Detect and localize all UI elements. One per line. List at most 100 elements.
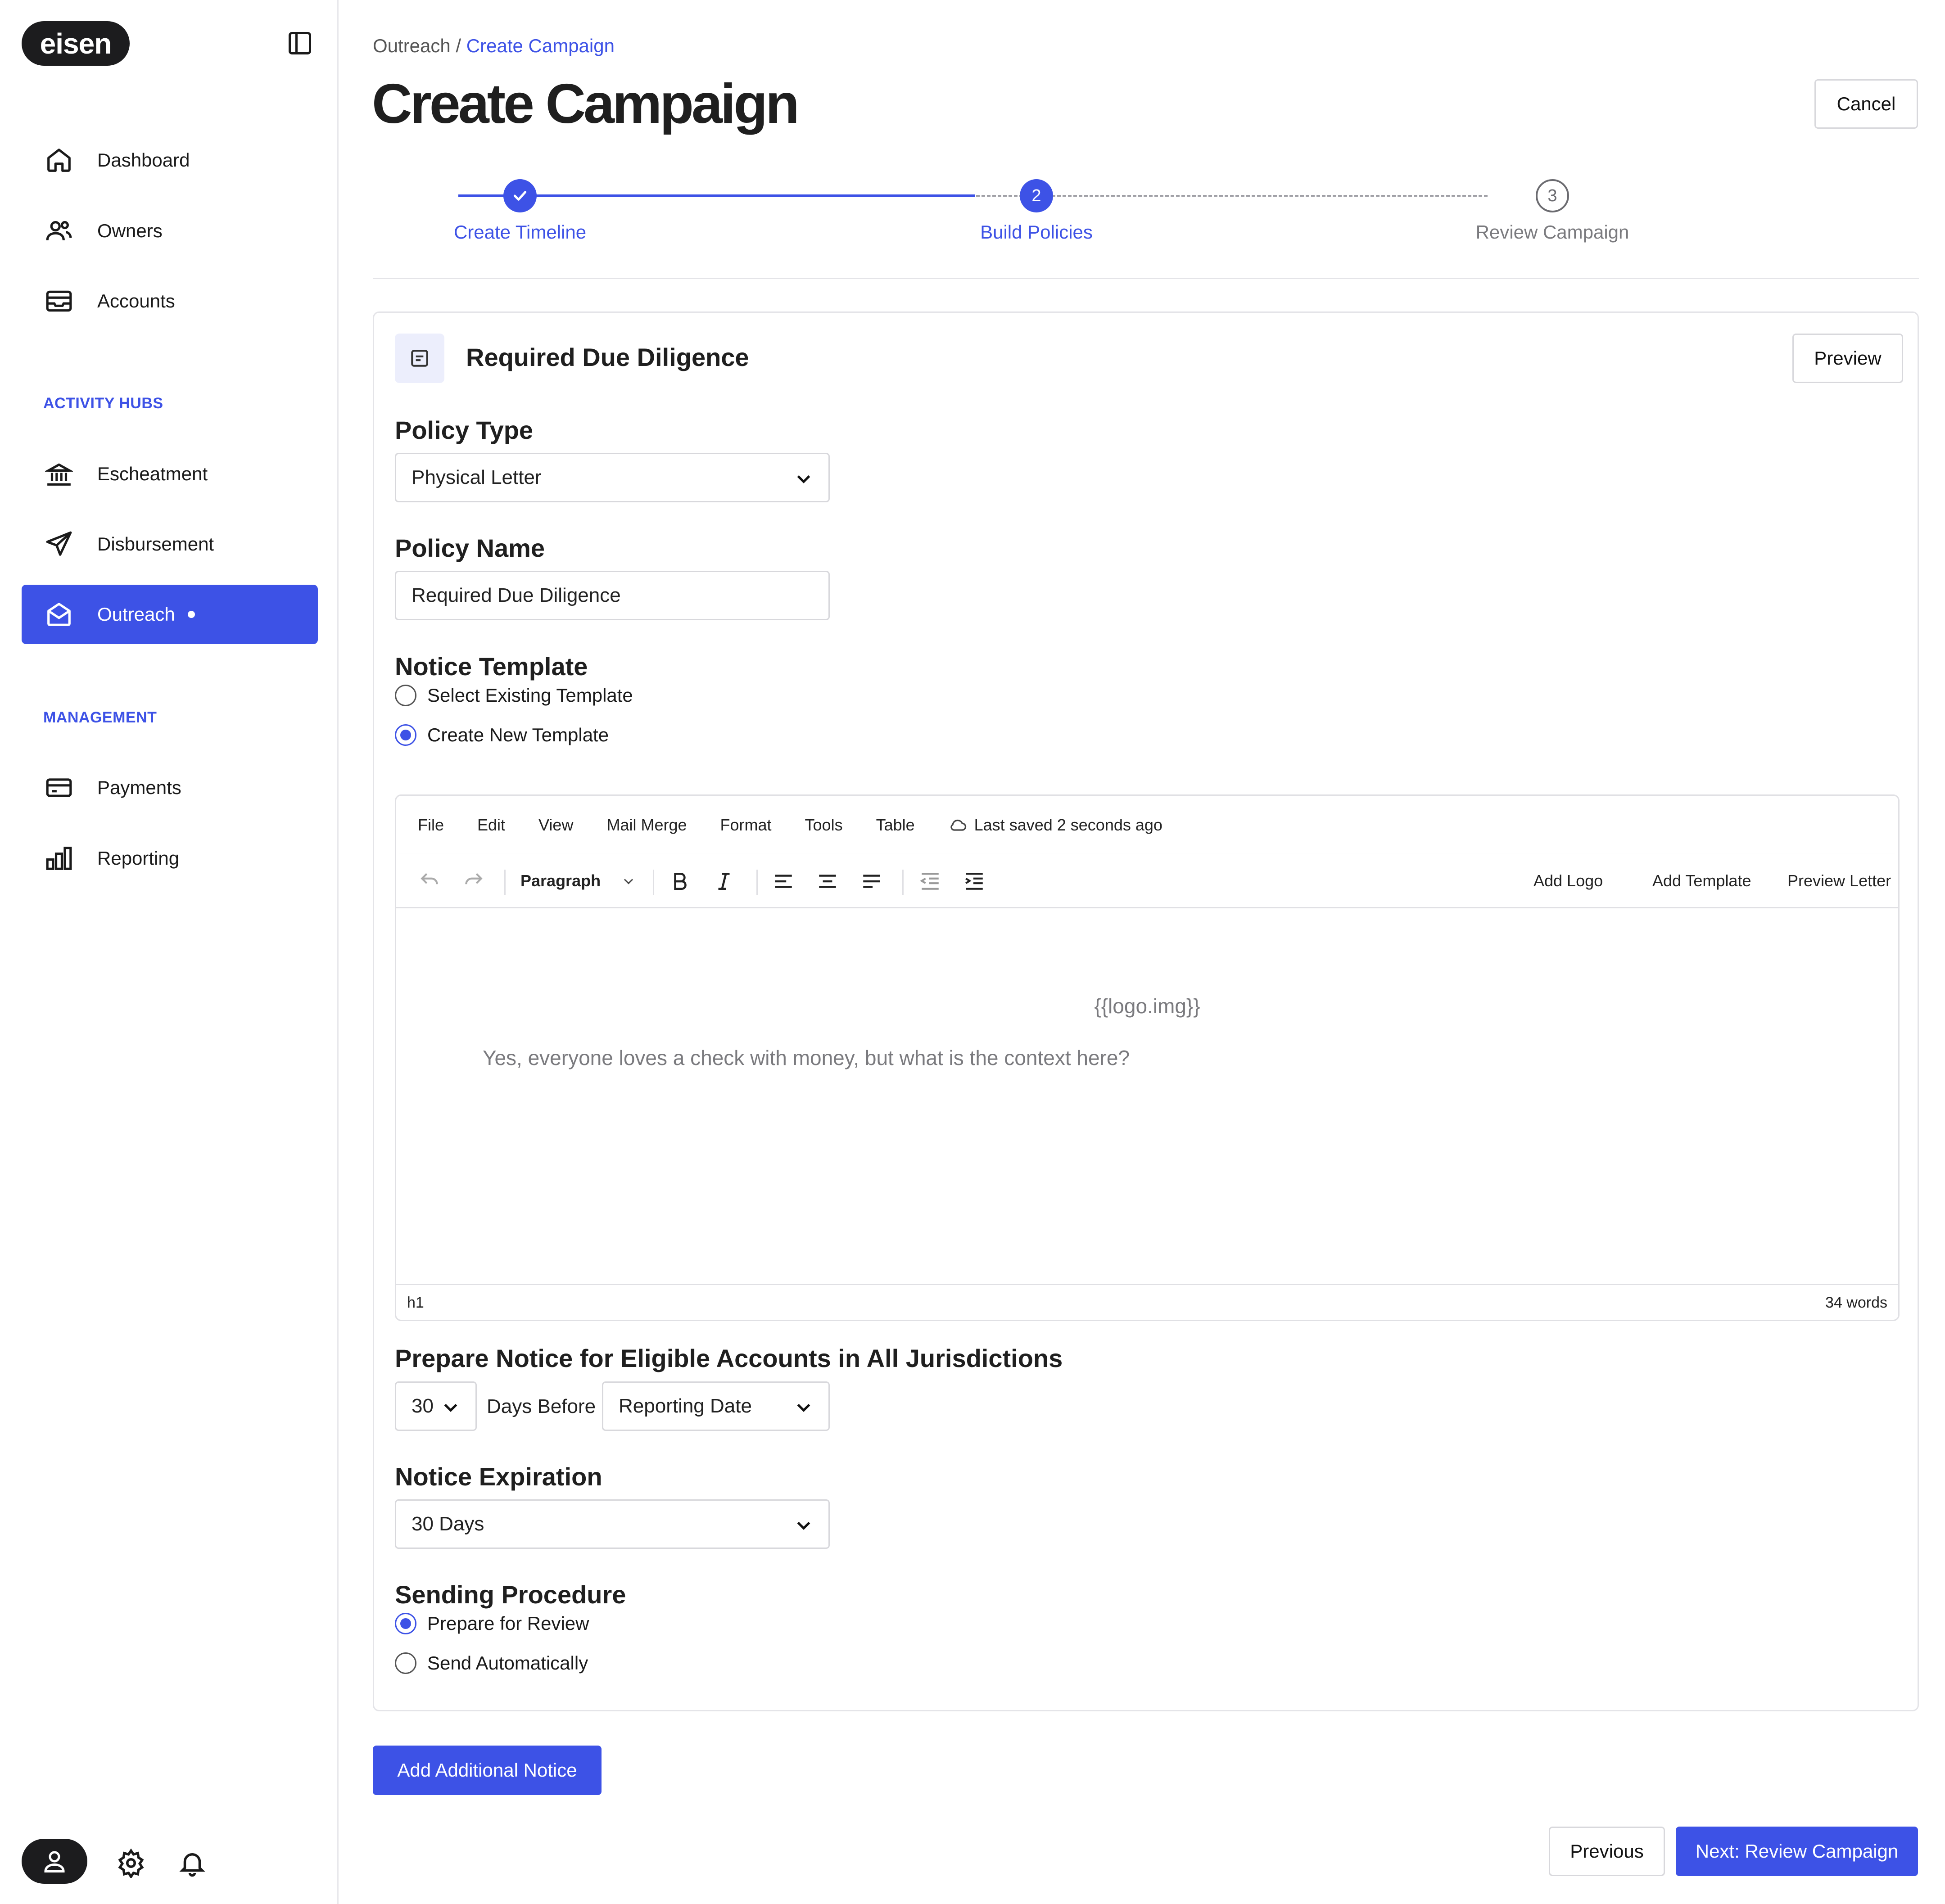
toolbar-divider [504, 870, 506, 895]
editor-content-area[interactable]: {{logo.img}} Yes, everyone loves a check… [396, 908, 1898, 1286]
eisen-logo[interactable]: eisen [22, 21, 130, 66]
active-indicator-dot [187, 611, 195, 618]
sidebar-item-payments[interactable]: Payments [22, 758, 318, 817]
breadcrumb-current: Create Campaign [466, 35, 615, 56]
chevron-down-icon [439, 1396, 462, 1419]
sidebar-item-label: Dashboard [97, 149, 190, 171]
sidebar-item-owners[interactable]: Owners [22, 201, 318, 261]
cancel-button[interactable]: Cancel [1814, 79, 1918, 129]
menu-edit[interactable]: Edit [477, 816, 505, 835]
menu-table[interactable]: Table [876, 816, 915, 835]
policy-name-label: Policy Name [395, 534, 545, 562]
toolbar-divider [902, 870, 904, 895]
chevron-down-icon [792, 1514, 815, 1537]
credit-card-icon [44, 773, 74, 803]
notice-expiration-label: Notice Expiration [395, 1462, 602, 1491]
page-title: Create Campaign [372, 73, 800, 135]
radio-button[interactable] [395, 1613, 416, 1634]
align-justify-icon[interactable] [858, 868, 885, 895]
sidebar-item-escheatment[interactable]: Escheatment [22, 444, 318, 504]
date-type-select[interactable]: Reporting Date [602, 1381, 830, 1431]
notice-expiration-select[interactable]: 30 Days [395, 1499, 830, 1549]
document-icon [395, 334, 444, 383]
breadcrumb-parent[interactable]: Outreach [373, 35, 451, 56]
policy-card: Required Due Diligence Preview Policy Ty… [373, 311, 1919, 1711]
italic-icon[interactable] [710, 868, 737, 895]
radio-button[interactable] [395, 1652, 416, 1674]
cloud-icon [950, 819, 966, 831]
sidebar-item-dashboard[interactable]: Dashboard [22, 131, 318, 190]
previous-button[interactable]: Previous [1549, 1827, 1665, 1876]
sidebar-toggle-icon[interactable] [286, 30, 313, 57]
sidebar-item-disbursement[interactable]: Disbursement [22, 514, 318, 574]
sending-procedure-label: Sending Procedure [395, 1580, 626, 1609]
bold-icon[interactable] [666, 868, 693, 895]
align-center-icon[interactable] [814, 868, 841, 895]
preview-letter-button[interactable]: Preview Letter [1787, 871, 1891, 890]
notice-expiration-value: 30 Days [412, 1513, 484, 1535]
section-heading-activity-hubs: ACTIVITY HUBS [43, 395, 163, 412]
logo-placeholder: {{logo.img}} [1094, 994, 1200, 1018]
undo-icon[interactable] [416, 868, 443, 895]
progress-stepper: Create Timeline 2 Build Policies 3 Revie… [373, 171, 1919, 279]
step-1-check-icon[interactable] [503, 179, 537, 212]
outdent-icon[interactable] [917, 868, 944, 895]
radio-button[interactable] [395, 724, 416, 746]
section-heading-management: MANAGEMENT [43, 709, 157, 726]
days-select[interactable]: 30 [395, 1381, 477, 1431]
radio-send-automatically[interactable]: Send Automatically [395, 1652, 588, 1674]
sidebar-item-label: Disbursement [97, 533, 214, 555]
element-path[interactable]: h1 [407, 1294, 424, 1312]
editor-statusbar: h1 34 words [396, 1284, 1898, 1320]
toolbar-divider [756, 870, 758, 895]
next-review-campaign-button[interactable]: Next: Review Campaign [1676, 1827, 1918, 1876]
menu-mail-merge[interactable]: Mail Merge [606, 816, 687, 835]
sidebar-item-outreach[interactable]: Outreach [22, 585, 318, 644]
sidebar-item-label: Owners [97, 220, 163, 241]
editor-toolbar: Paragraph Add Logo Add Template Preview … [396, 854, 1898, 908]
policy-type-value: Physical Letter [412, 466, 542, 488]
policy-type-select[interactable]: Physical Letter [395, 453, 830, 502]
user-avatar-button[interactable] [22, 1839, 87, 1884]
policy-name-input[interactable]: Required Due Diligence [395, 571, 830, 620]
radio-prepare-for-review[interactable]: Prepare for Review [395, 1613, 589, 1634]
indent-icon[interactable] [961, 868, 988, 895]
radio-label: Send Automatically [427, 1652, 588, 1674]
chevron-down-icon[interactable] [615, 868, 642, 895]
step-2-label[interactable]: Build Policies [901, 221, 1172, 243]
preview-button[interactable]: Preview [1792, 334, 1903, 383]
prepare-notice-label: Prepare Notice for Eligible Accounts in … [395, 1344, 1063, 1372]
block-format-select[interactable]: Paragraph [520, 871, 601, 890]
align-left-icon[interactable] [770, 868, 797, 895]
menu-file[interactable]: File [418, 816, 444, 835]
menu-tools[interactable]: Tools [805, 816, 843, 835]
step-1-label[interactable]: Create Timeline [385, 221, 655, 243]
redo-icon[interactable] [460, 868, 487, 895]
bank-icon [44, 459, 74, 489]
bar-chart-icon [44, 844, 74, 873]
word-count[interactable]: 34 words [1825, 1294, 1887, 1312]
sidebar-item-accounts[interactable]: Accounts [22, 271, 318, 331]
step-3-label[interactable]: Review Campaign [1417, 221, 1687, 243]
save-status: Last saved 2 seconds ago [948, 815, 1162, 835]
sidebar-item-label: Payments [97, 777, 181, 798]
notification-bell-icon[interactable] [177, 1848, 207, 1878]
step-2-number[interactable]: 2 [1020, 179, 1053, 212]
radio-button[interactable] [395, 685, 416, 706]
add-logo-button[interactable]: Add Logo [1533, 871, 1603, 890]
radio-label: Select Existing Template [427, 685, 633, 706]
menu-view[interactable]: View [538, 816, 573, 835]
sidebar-item-reporting[interactable]: Reporting [22, 829, 318, 888]
settings-gear-icon[interactable] [116, 1848, 146, 1879]
card-title: Required Due Diligence [466, 343, 749, 371]
add-additional-notice-button[interactable]: Add Additional Notice [373, 1746, 602, 1795]
breadcrumb-separator: / [450, 35, 466, 56]
step-3-number[interactable]: 3 [1536, 179, 1569, 212]
home-icon [44, 145, 74, 175]
radio-select-existing-template[interactable]: Select Existing Template [395, 685, 633, 706]
add-template-button[interactable]: Add Template [1652, 871, 1751, 890]
radio-create-new-template[interactable]: Create New Template [395, 724, 609, 746]
toolbar-divider [653, 870, 654, 895]
notice-template-label: Notice Template [395, 652, 588, 681]
menu-format[interactable]: Format [720, 816, 772, 835]
